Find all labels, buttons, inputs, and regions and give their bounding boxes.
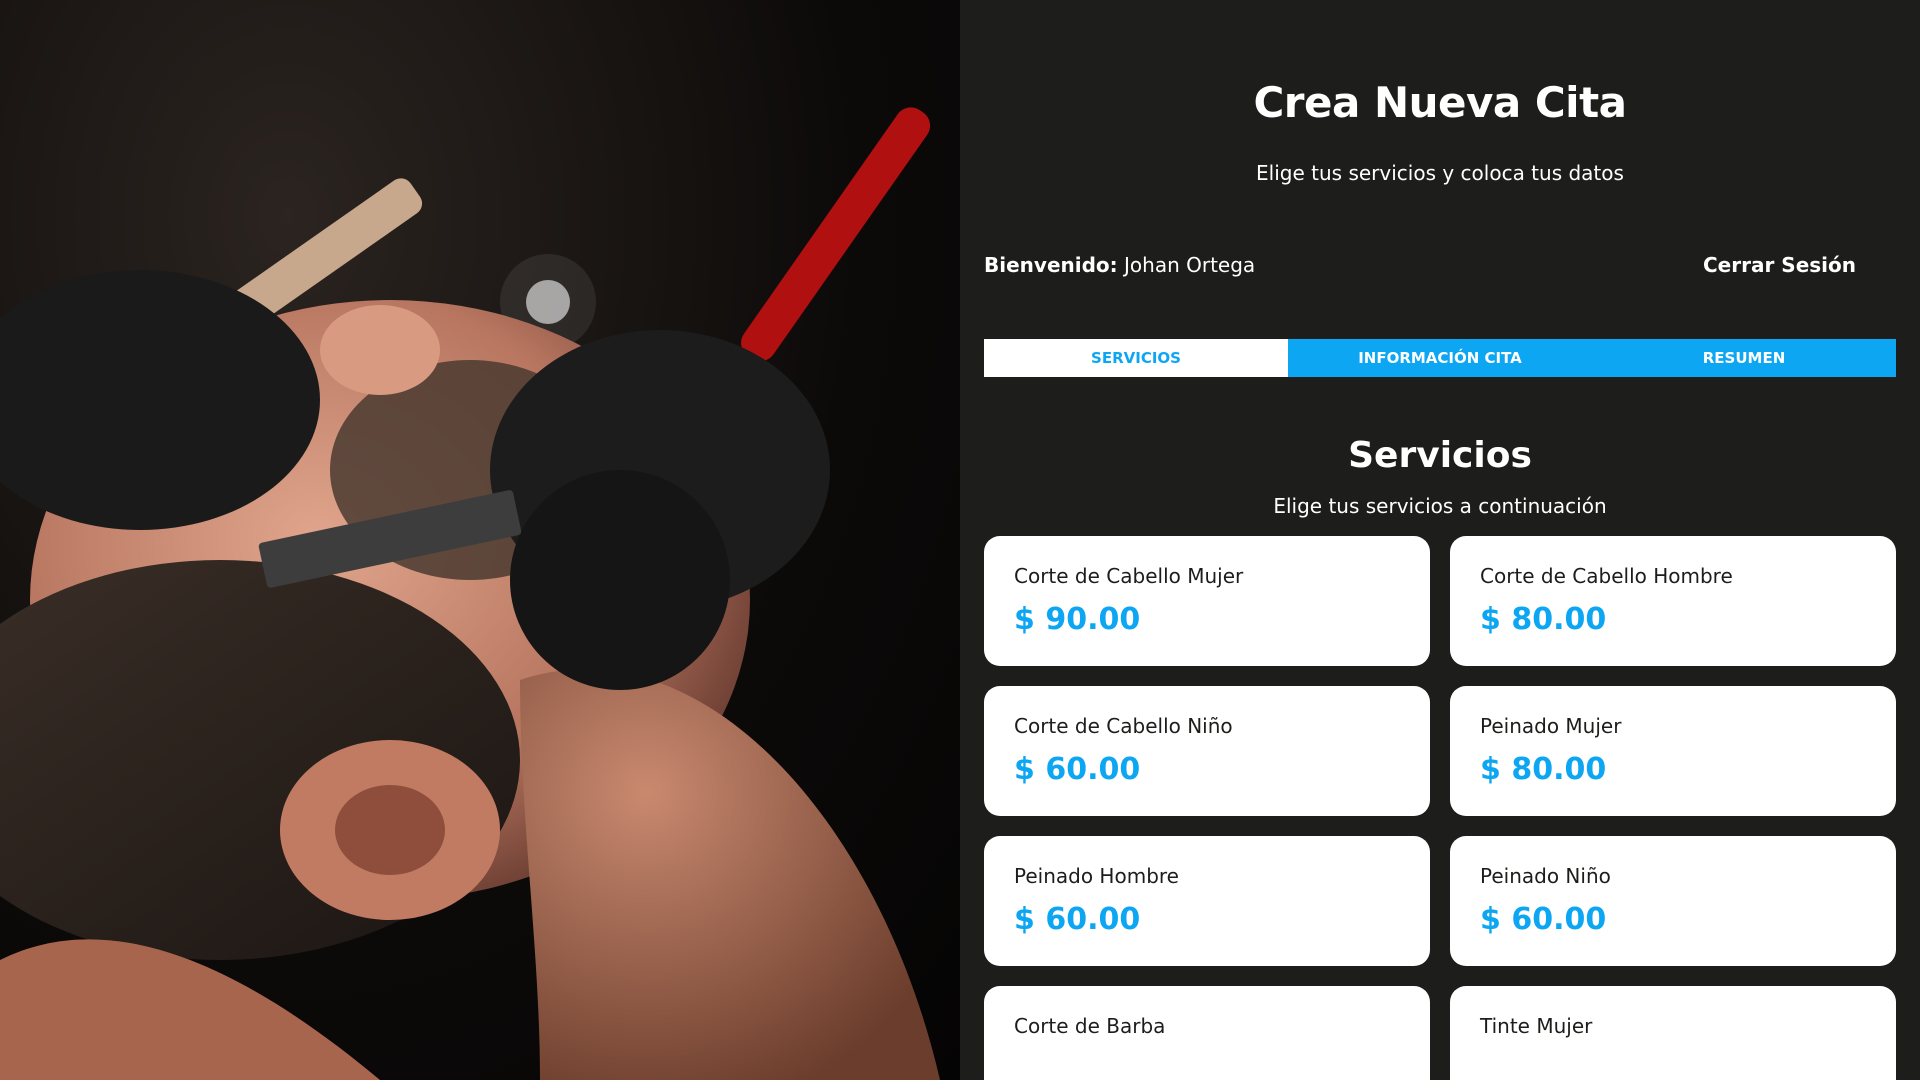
welcome-message: Bienvenido: Johan Ortega <box>984 253 1255 277</box>
service-price: $ 60.00 <box>1014 902 1141 937</box>
services-grid: Corte de Cabello Mujer $ 90.00 Corte de … <box>984 536 1896 1080</box>
service-name: Corte de Cabello Mujer <box>1014 564 1244 588</box>
page-subtitle: Elige tus servicios y coloca tus datos <box>1256 161 1624 185</box>
service-card[interactable]: Peinado Hombre $ 60.00 <box>984 836 1430 966</box>
service-price: $ 80.00 <box>1480 752 1607 787</box>
welcome-label: Bienvenido: <box>984 253 1118 277</box>
barber-photo-illustration <box>0 107 940 1080</box>
hero-image <box>0 0 960 1080</box>
service-name: Corte de Cabello Hombre <box>1480 564 1733 588</box>
appointment-panel: Crea Nueva Cita Elige tus servicios y co… <box>960 0 1920 1080</box>
service-card[interactable]: Corte de Cabello Niño $ 60.00 <box>984 686 1430 816</box>
service-name: Peinado Niño <box>1480 864 1611 888</box>
step-tabs: Servicios Información Cita Resumen <box>984 339 1896 377</box>
service-name: Peinado Hombre <box>1014 864 1179 888</box>
service-card[interactable]: Peinado Niño $ 60.00 <box>1450 836 1896 966</box>
logout-link[interactable]: Cerrar Sesión <box>1703 253 1856 277</box>
service-name: Corte de Cabello Niño <box>1014 714 1233 738</box>
tab-servicios[interactable]: Servicios <box>984 339 1288 377</box>
user-bar: Bienvenido: Johan Ortega Cerrar Sesión <box>984 253 1896 277</box>
service-card[interactable]: Corte de Cabello Hombre $ 80.00 <box>1450 536 1896 666</box>
service-card[interactable]: Corte de Cabello Mujer $ 90.00 <box>984 536 1430 666</box>
service-price: $ 60.00 <box>1480 902 1607 937</box>
page-title: Crea Nueva Cita <box>1253 78 1627 127</box>
services-title: Servicios <box>1348 435 1532 476</box>
user-name: Johan Ortega <box>1124 253 1256 277</box>
services-subtitle: Elige tus servicios a continuación <box>1273 494 1607 518</box>
service-price: $ 80.00 <box>1480 602 1607 637</box>
service-name: Peinado Mujer <box>1480 714 1622 738</box>
service-card[interactable]: Peinado Mujer $ 80.00 <box>1450 686 1896 816</box>
service-card[interactable]: Tinte Mujer <box>1450 986 1896 1080</box>
service-name: Tinte Mujer <box>1480 1014 1593 1038</box>
service-price: $ 90.00 <box>1014 602 1141 637</box>
service-name: Corte de Barba <box>1014 1014 1166 1038</box>
service-card[interactable]: Corte de Barba <box>984 986 1430 1080</box>
service-price: $ 60.00 <box>1014 752 1141 787</box>
tab-informacion-cita[interactable]: Información Cita <box>1288 339 1592 377</box>
tab-resumen[interactable]: Resumen <box>1592 339 1896 377</box>
